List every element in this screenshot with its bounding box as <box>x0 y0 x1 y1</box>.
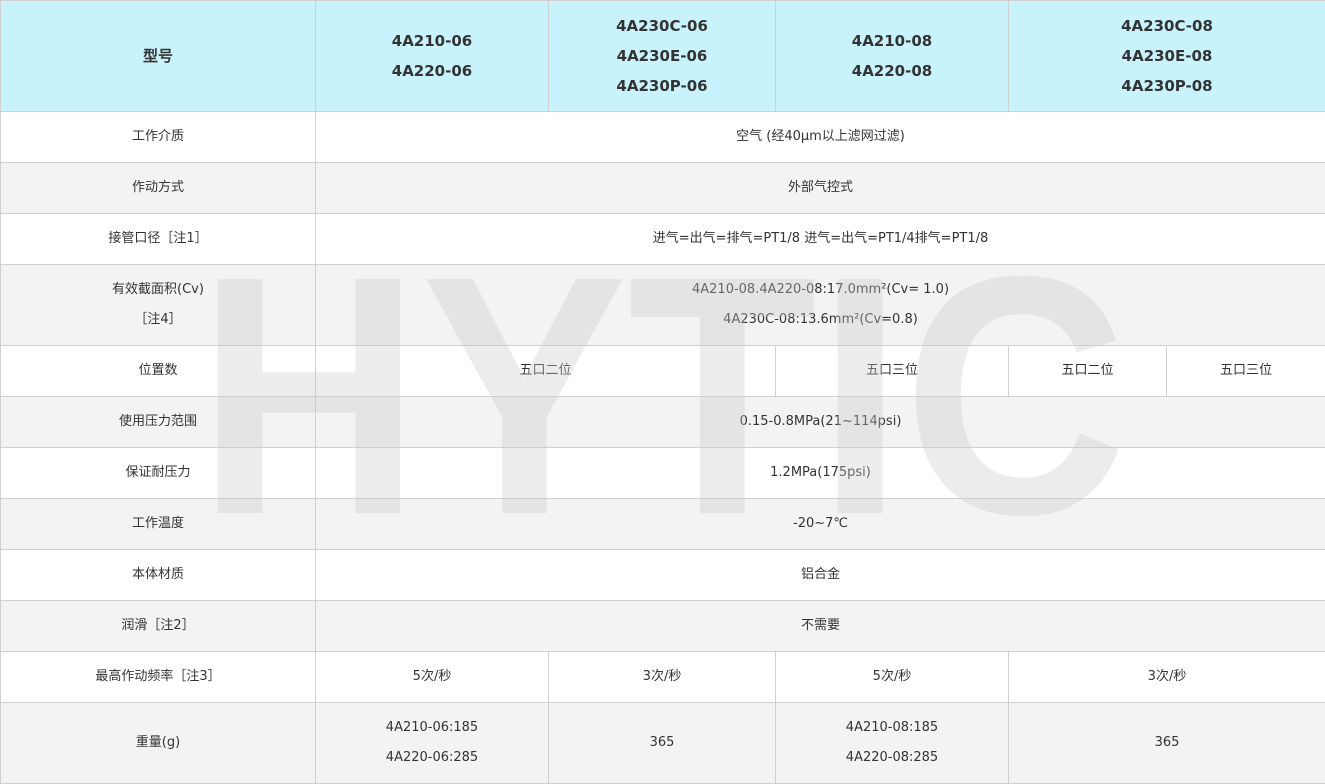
row-weight: 重量(g) 4A210-06:185 4A220-06:285 365 4A21… <box>0 702 1325 784</box>
row-value: 365 <box>548 702 776 784</box>
row-label: 工作介质 <box>0 111 316 163</box>
row-value: 五口二位 <box>1008 345 1167 397</box>
row-pressure: 使用压力范围 0.15-0.8MPa(21~114psi) <box>0 396 1325 448</box>
row-label: 作动方式 <box>0 162 316 214</box>
spec-table: 型号 4A210-06 4A220-06 4A230C-06 4A230E-06… <box>0 0 1325 784</box>
row-value: 1.2MPa(175psi) <box>315 447 1325 499</box>
row-value: 空气 (经40μm以上滤网过滤) <box>315 111 1325 163</box>
model-label: 型号 <box>0 0 316 112</box>
row-value: 五口三位 <box>1166 345 1325 397</box>
row-label: 使用压力范围 <box>0 396 316 448</box>
row-material: 本体材质 铝合金 <box>0 549 1325 601</box>
row-value: 3次/秒 <box>1008 651 1325 703</box>
row-value: 5次/秒 <box>315 651 549 703</box>
row-value: 进气=出气=排气=PT1/8 进气=出气=PT1/4排气=PT1/8 <box>315 213 1325 265</box>
row-label: 润滑［注2］ <box>0 600 316 652</box>
row-label: 本体材质 <box>0 549 316 601</box>
model-col-3: 4A210-08 4A220-08 <box>775 0 1009 112</box>
header-row: 型号 4A210-06 4A220-06 4A230C-06 4A230E-06… <box>0 0 1325 112</box>
row-label: 工作温度 <box>0 498 316 550</box>
row-actuation: 作动方式 外部气控式 <box>0 162 1325 214</box>
model-col-1: 4A210-06 4A220-06 <box>315 0 549 112</box>
row-value: 4A210-08:185 4A220-08:285 <box>775 702 1009 784</box>
row-label: 有效截面积(Cv) ［注4］ <box>0 264 316 346</box>
row-value: 不需要 <box>315 600 1325 652</box>
row-area: 有效截面积(Cv) ［注4］ 4A210-08.4A220-08:17.0mm²… <box>0 264 1325 346</box>
row-value: 五口三位 <box>775 345 1009 397</box>
row-value: 铝合金 <box>315 549 1325 601</box>
row-proof: 保证耐压力 1.2MPa(175psi) <box>0 447 1325 499</box>
model-col-2: 4A230C-06 4A230E-06 4A230P-06 <box>548 0 776 112</box>
row-positions: 位置数 五口二位 五口三位 五口二位 五口三位 <box>0 345 1325 397</box>
row-port: 接管口径［注1］ 进气=出气=排气=PT1/8 进气=出气=PT1/4排气=PT… <box>0 213 1325 265</box>
row-value: 365 <box>1008 702 1325 784</box>
row-label: 最高作动频率［注3］ <box>0 651 316 703</box>
row-value: 外部气控式 <box>315 162 1325 214</box>
row-value: -20~7℃ <box>315 498 1325 550</box>
row-value: 5次/秒 <box>775 651 1009 703</box>
row-value: 3次/秒 <box>548 651 776 703</box>
row-label: 保证耐压力 <box>0 447 316 499</box>
row-label: 接管口径［注1］ <box>0 213 316 265</box>
row-value: 4A210-06:185 4A220-06:285 <box>315 702 549 784</box>
row-lube: 润滑［注2］ 不需要 <box>0 600 1325 652</box>
row-value: 4A210-08.4A220-08:17.0mm²(Cv= 1.0) 4A230… <box>315 264 1325 346</box>
row-label: 重量(g) <box>0 702 316 784</box>
row-label: 位置数 <box>0 345 316 397</box>
model-col-4: 4A230C-08 4A230E-08 4A230P-08 <box>1008 0 1325 112</box>
row-freq: 最高作动频率［注3］ 5次/秒 3次/秒 5次/秒 3次/秒 <box>0 651 1325 703</box>
row-value: 五口二位 <box>315 345 776 397</box>
row-value: 0.15-0.8MPa(21~114psi) <box>315 396 1325 448</box>
row-medium: 工作介质 空气 (经40μm以上滤网过滤) <box>0 111 1325 163</box>
row-temp: 工作温度 -20~7℃ <box>0 498 1325 550</box>
